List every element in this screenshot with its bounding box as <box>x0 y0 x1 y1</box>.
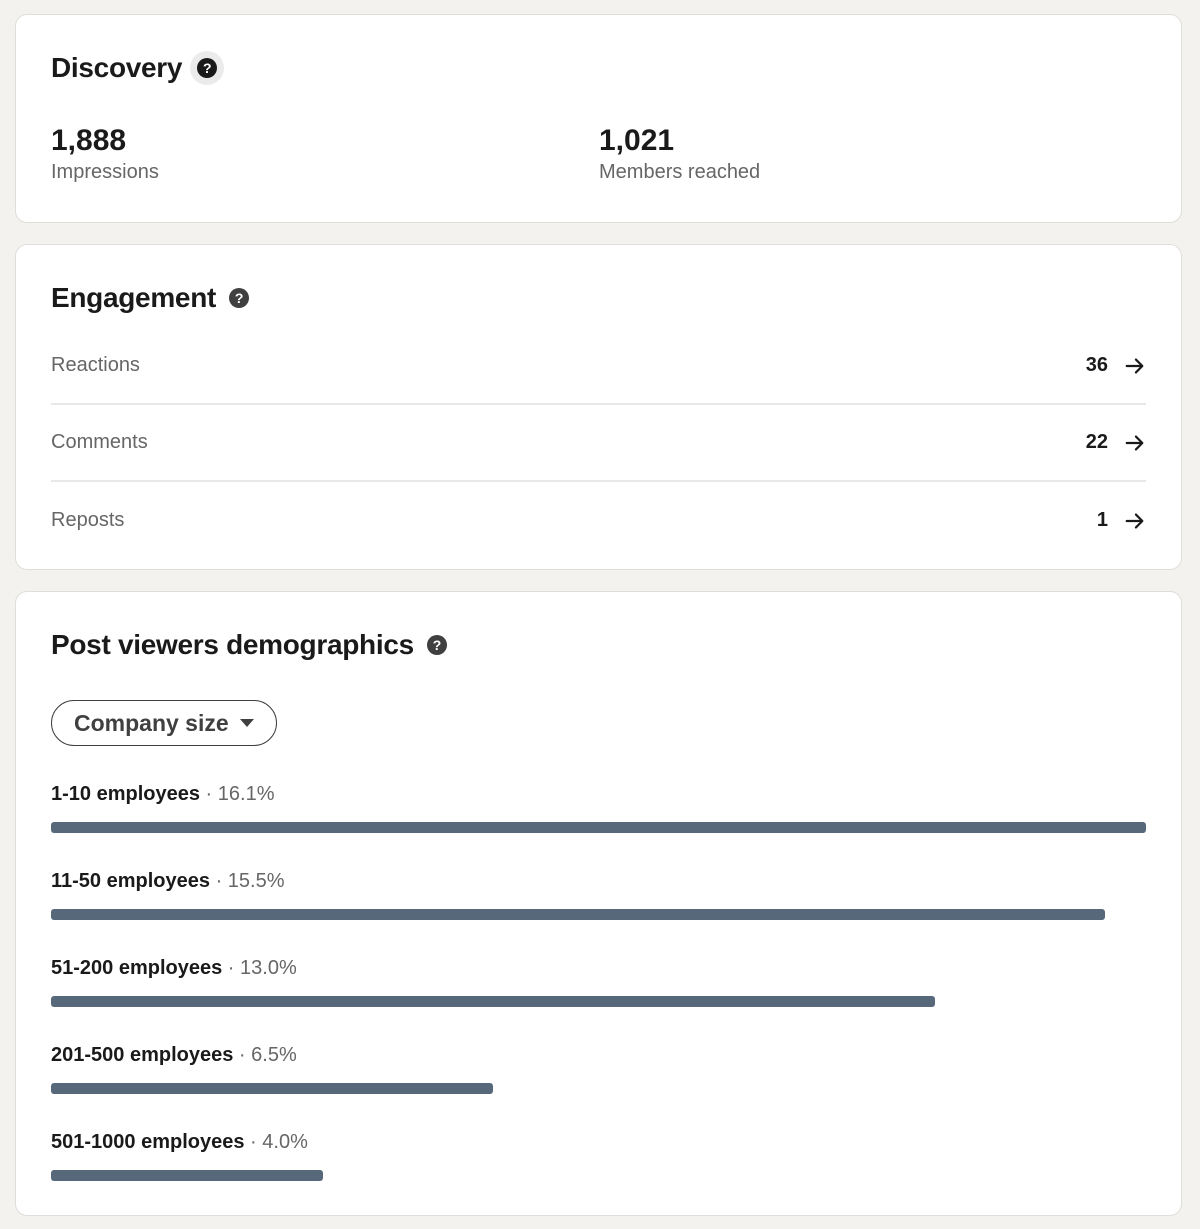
demographic-label: 11-50 employees <box>51 870 210 892</box>
comments-count: 22 <box>1085 431 1108 453</box>
reposts-count: 1 <box>1096 509 1108 531</box>
engagement-row-reposts[interactable]: Reposts 1 <box>51 482 1146 559</box>
demographic-label: 501-1000 employees <box>51 1131 245 1153</box>
demographic-label: 201-500 employees <box>51 1044 234 1066</box>
discovery-title-text: Discovery <box>51 52 183 83</box>
post-analytics-page: Discovery ? 1,888 Impressions 1,021 Memb… <box>0 0 1200 1229</box>
demographics-card: Post viewers demographics ? Company size… <box>15 591 1182 1216</box>
demographics-help-button[interactable]: ? <box>420 628 454 662</box>
demographic-percent: 6.5% <box>251 1044 297 1066</box>
engagement-title: Engagement ? <box>51 281 256 315</box>
demographics-title-text: Post viewers demographics <box>51 629 414 660</box>
impressions-metric: 1,888 Impressions <box>51 123 159 185</box>
members-reached-metric: 1,021 Members reached <box>599 123 760 185</box>
question-circle-icon: ? <box>229 288 250 308</box>
demographic-row: 1-10 employees · 16.1% <box>51 780 1146 867</box>
arrow-right-icon[interactable] <box>1124 432 1146 454</box>
demographic-row: 201-500 employees · 6.5% <box>51 1041 1146 1128</box>
demographics-bar-list: 1-10 employees · 16.1% 11-50 employees ·… <box>51 780 1146 1215</box>
company-size-dropdown[interactable]: Company size <box>51 700 277 746</box>
question-circle-icon: ? <box>197 58 218 78</box>
demographic-bar <box>51 822 1146 833</box>
separator-dot: · <box>227 957 235 979</box>
engagement-row-comments[interactable]: Comments 22 <box>51 405 1146 482</box>
impressions-value: 1,888 <box>51 124 127 157</box>
demographic-bar <box>51 996 936 1007</box>
discovery-card: Discovery ? 1,888 Impressions 1,021 Memb… <box>15 14 1182 223</box>
demographic-bar-track <box>51 1083 1146 1094</box>
question-circle-icon: ? <box>426 635 447 655</box>
demographic-percent: 13.0% <box>240 957 297 979</box>
discovery-help-button[interactable]: ? <box>190 51 225 85</box>
engagement-row-reactions[interactable]: Reactions 36 <box>51 328 1146 405</box>
demographic-bar <box>51 1170 324 1181</box>
reactions-count: 36 <box>1085 354 1108 376</box>
separator-dot: · <box>250 1131 257 1153</box>
demographic-percent: 15.5% <box>227 870 285 892</box>
demographic-bar-track <box>51 909 1146 920</box>
members-reached-value: 1,021 <box>599 124 675 157</box>
members-reached-label: Members reached <box>599 161 761 183</box>
engagement-list: Reactions 36 Comments 22 Reposts 1 <box>51 328 1146 559</box>
reactions-label: Reactions <box>51 354 140 376</box>
arrow-right-icon[interactable] <box>1124 510 1146 532</box>
demographic-bar <box>51 909 1106 920</box>
engagement-help-button[interactable]: ? <box>222 281 256 315</box>
dropdown-selected-label: Company size <box>74 709 229 736</box>
demographic-bar-track <box>51 822 1146 833</box>
demographic-percent: 4.0% <box>262 1131 308 1153</box>
caret-down-icon <box>239 719 254 727</box>
engagement-card: Engagement ? Reactions 36 Comments 22 Re… <box>15 244 1182 570</box>
demographic-row: 51-200 employees · 13.0% <box>51 954 1146 1041</box>
demographic-bar-track <box>51 1170 1146 1181</box>
demographic-row: 501-1000 employees · 4.0% <box>51 1128 1146 1215</box>
impressions-label: Impressions <box>51 161 159 183</box>
engagement-title-text: Engagement <box>51 282 217 313</box>
demographic-bar <box>51 1083 494 1094</box>
demographic-bar-track <box>51 996 1146 1007</box>
separator-dot: · <box>205 783 213 805</box>
reposts-label: Reposts <box>51 509 125 531</box>
demographic-label: 51-200 employees <box>51 957 223 979</box>
separator-dot: · <box>238 1044 246 1066</box>
demographic-percent: 16.1% <box>217 783 275 805</box>
separator-dot: · <box>215 870 223 892</box>
demographic-row: 11-50 employees · 15.5% <box>51 867 1146 954</box>
comments-label: Comments <box>51 431 148 453</box>
demographics-title: Post viewers demographics ? <box>51 628 454 662</box>
demographic-label: 1-10 employees <box>51 783 200 805</box>
arrow-right-icon[interactable] <box>1124 355 1146 377</box>
discovery-title: Discovery ? <box>51 51 225 85</box>
